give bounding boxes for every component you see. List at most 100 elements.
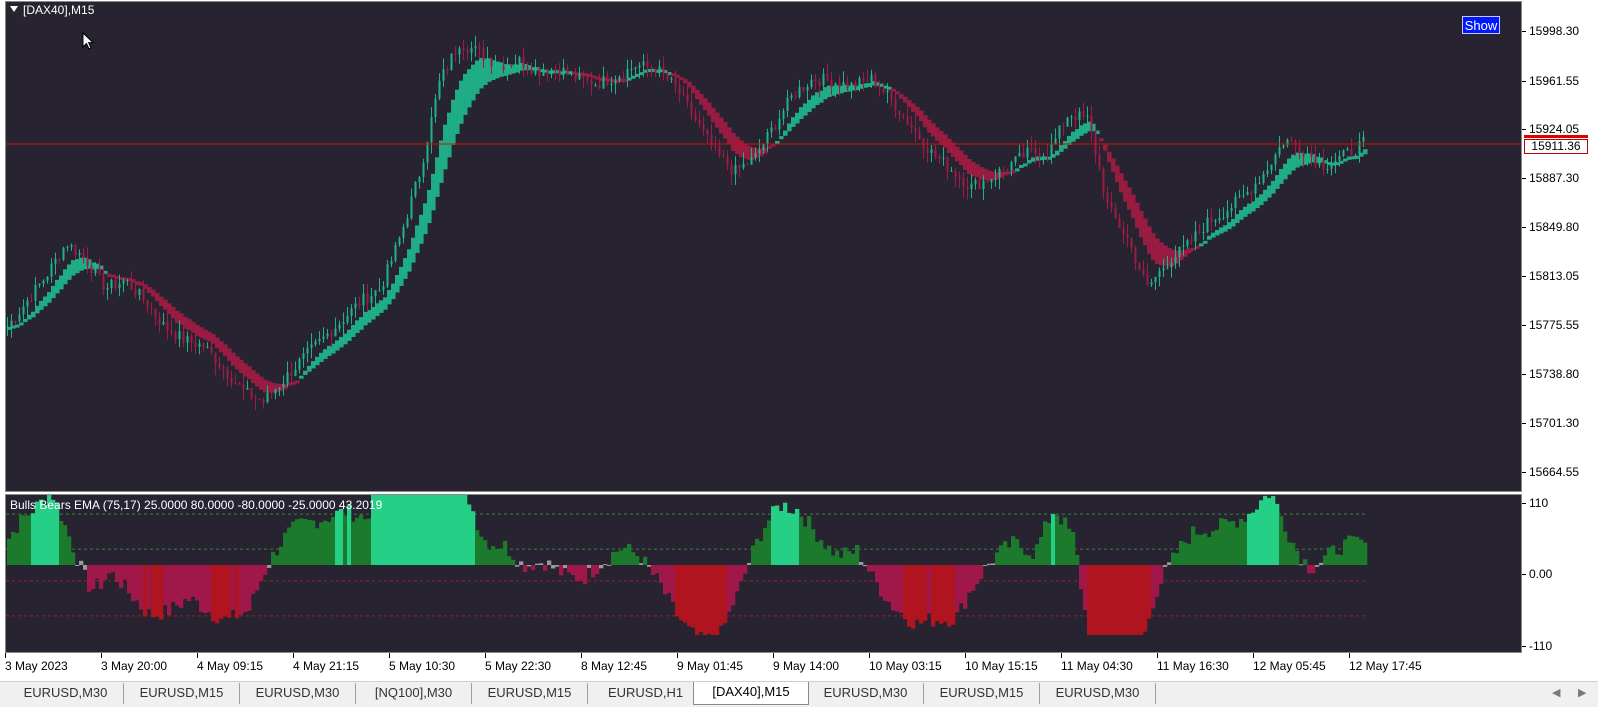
candle: [338, 320, 341, 333]
indicator-bar: [91, 565, 96, 589]
ema-ribbon-segment: [435, 157, 440, 197]
candle-body: [342, 322, 345, 325]
tab-eurusd-m30[interactable]: EURUSD,M30: [8, 683, 124, 704]
indicator-bar: [539, 563, 544, 565]
candle-body: [374, 290, 377, 297]
candle-body: [502, 65, 505, 70]
indicator-bar: [1159, 565, 1164, 584]
candle: [86, 247, 89, 274]
ema-ribbon-segment: [459, 80, 464, 124]
price-chart-canvas[interactable]: [6, 2, 1522, 492]
indicator-bar: [1067, 528, 1072, 565]
tab-eurusd-m15[interactable]: EURUSD,M15: [472, 683, 588, 704]
candle-body: [846, 81, 849, 89]
indicator-bar: [559, 565, 564, 576]
indicator-bar: [1079, 565, 1084, 590]
candle: [1138, 262, 1141, 271]
indicator-bar: [367, 518, 372, 565]
candle: [1154, 276, 1157, 291]
indicator-bar: [87, 565, 92, 592]
time-tick: 4 May 21:15: [293, 653, 360, 673]
ema-ribbon-segment: [1203, 240, 1208, 244]
candle-body: [482, 48, 485, 61]
indicator-bar: [1223, 519, 1228, 565]
ema-ribbon-segment: [295, 380, 300, 384]
indicator-bar: [687, 565, 692, 627]
ema-ribbon-segment: [1231, 219, 1236, 227]
candle: [778, 110, 781, 136]
candle-body: [354, 303, 357, 309]
candle-body: [34, 285, 37, 301]
indicator-pane[interactable]: [5, 494, 1522, 653]
candle-body: [694, 114, 697, 121]
indicator-bar: [471, 511, 476, 565]
tab-eurusd-m15[interactable]: EURUSD,M15: [924, 683, 1040, 704]
candle: [950, 166, 953, 172]
price-chart-pane[interactable]: [5, 1, 1522, 492]
indicator-bar: [363, 519, 368, 565]
candle: [1282, 144, 1285, 150]
indicator-bar: [283, 532, 288, 565]
arrow-left-icon[interactable]: ◀: [1552, 686, 1560, 699]
candle: [138, 288, 141, 301]
indicator-bar: [1011, 536, 1016, 565]
indicator-bar: [843, 547, 848, 565]
candle: [918, 126, 921, 140]
show-button[interactable]: Show: [1462, 16, 1500, 34]
indicator-bar: [643, 556, 648, 565]
candle: [734, 156, 737, 185]
ema-ribbon-segment: [63, 269, 68, 285]
ema-ribbon-segment: [791, 117, 796, 127]
indicator-canvas[interactable]: [6, 495, 1522, 653]
candle-body: [486, 58, 489, 61]
candle-body: [678, 85, 681, 95]
indicator-bar: [1323, 555, 1328, 565]
candle-body: [582, 73, 585, 78]
candle-body: [330, 333, 333, 337]
tab-nq100-m30[interactable]: [NQ100],M30: [356, 683, 472, 704]
candle-body: [1262, 173, 1265, 183]
time-tick: 12 May 05:45: [1253, 653, 1326, 673]
candle: [1090, 105, 1093, 143]
arrow-right-icon[interactable]: ▶: [1578, 686, 1586, 699]
tab-eurusd-m30[interactable]: EURUSD,M30: [240, 683, 356, 704]
indicator-bar: [239, 565, 244, 615]
ema-ribbon-segment: [1259, 194, 1264, 206]
indicator-bar: [1023, 554, 1028, 565]
tab-dax40-m15[interactable]: [DAX40],M15: [693, 682, 809, 705]
indicator-bar: [527, 565, 532, 567]
candle: [58, 257, 61, 264]
chart-title[interactable]: [DAX40],M15: [10, 3, 94, 17]
ema-ribbon-segment: [383, 297, 388, 310]
triangle-down-icon[interactable]: [10, 6, 18, 12]
candle-body: [534, 67, 537, 74]
candle-body: [1298, 145, 1301, 154]
candle: [434, 93, 437, 123]
candle-body: [318, 339, 321, 342]
candle: [186, 331, 189, 352]
candle-body: [126, 280, 129, 282]
tab-eurusd-h1[interactable]: EURUSD,H1: [588, 683, 704, 704]
ema-ribbon-segment: [155, 292, 160, 301]
candle: [234, 373, 237, 385]
candle: [386, 259, 389, 289]
candle-body: [394, 244, 397, 261]
ema-ribbon-segment: [943, 134, 948, 148]
indicator-bar: [275, 555, 280, 565]
candle: [30, 293, 33, 303]
indicator-bar: [751, 545, 756, 565]
candle-body: [334, 328, 337, 337]
candle: [506, 57, 509, 81]
candle-body: [226, 368, 229, 379]
candle-body: [1282, 145, 1285, 148]
ema-ribbon-segment: [811, 95, 816, 109]
candle-body: [894, 99, 897, 111]
candle: [1094, 130, 1097, 164]
candle: [954, 167, 957, 187]
tab-eurusd-m30[interactable]: EURUSD,M30: [1040, 683, 1156, 704]
indicator-bar: [335, 510, 340, 565]
candle-body: [114, 279, 117, 289]
indicator-bar: [735, 565, 740, 592]
tab-eurusd-m15[interactable]: EURUSD,M15: [124, 683, 240, 704]
tab-eurusd-m30[interactable]: EURUSD,M30: [808, 683, 924, 704]
